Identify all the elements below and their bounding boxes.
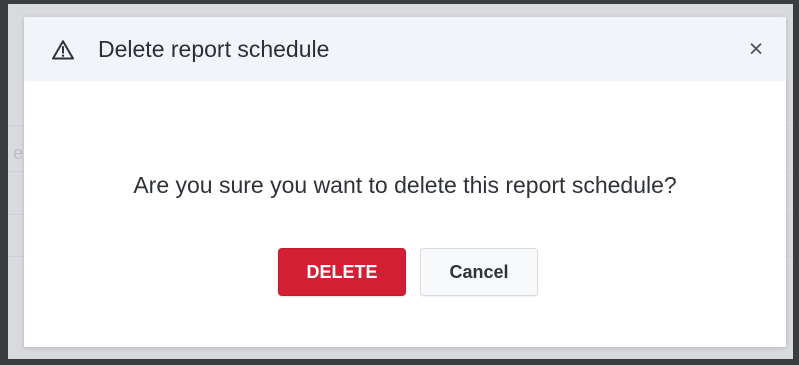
confirmation-message: Are you sure you want to delete this rep…	[133, 172, 677, 198]
screen: e Delete report schedule × Are you sure …	[0, 0, 799, 365]
dialog-header: Delete report schedule ×	[24, 17, 786, 82]
close-icon: ×	[748, 35, 764, 63]
dialog-body: Are you sure you want to delete this rep…	[24, 81, 786, 347]
delete-report-schedule-dialog: Delete report schedule × Are you sure yo…	[24, 17, 786, 347]
dialog-actions: DELETE Cancel	[278, 248, 538, 296]
delete-button[interactable]: DELETE	[278, 248, 406, 296]
dialog-title: Delete report schedule	[98, 36, 330, 62]
close-button[interactable]: ×	[744, 35, 768, 63]
warning-icon	[52, 40, 74, 60]
cancel-button[interactable]: Cancel	[420, 248, 538, 296]
